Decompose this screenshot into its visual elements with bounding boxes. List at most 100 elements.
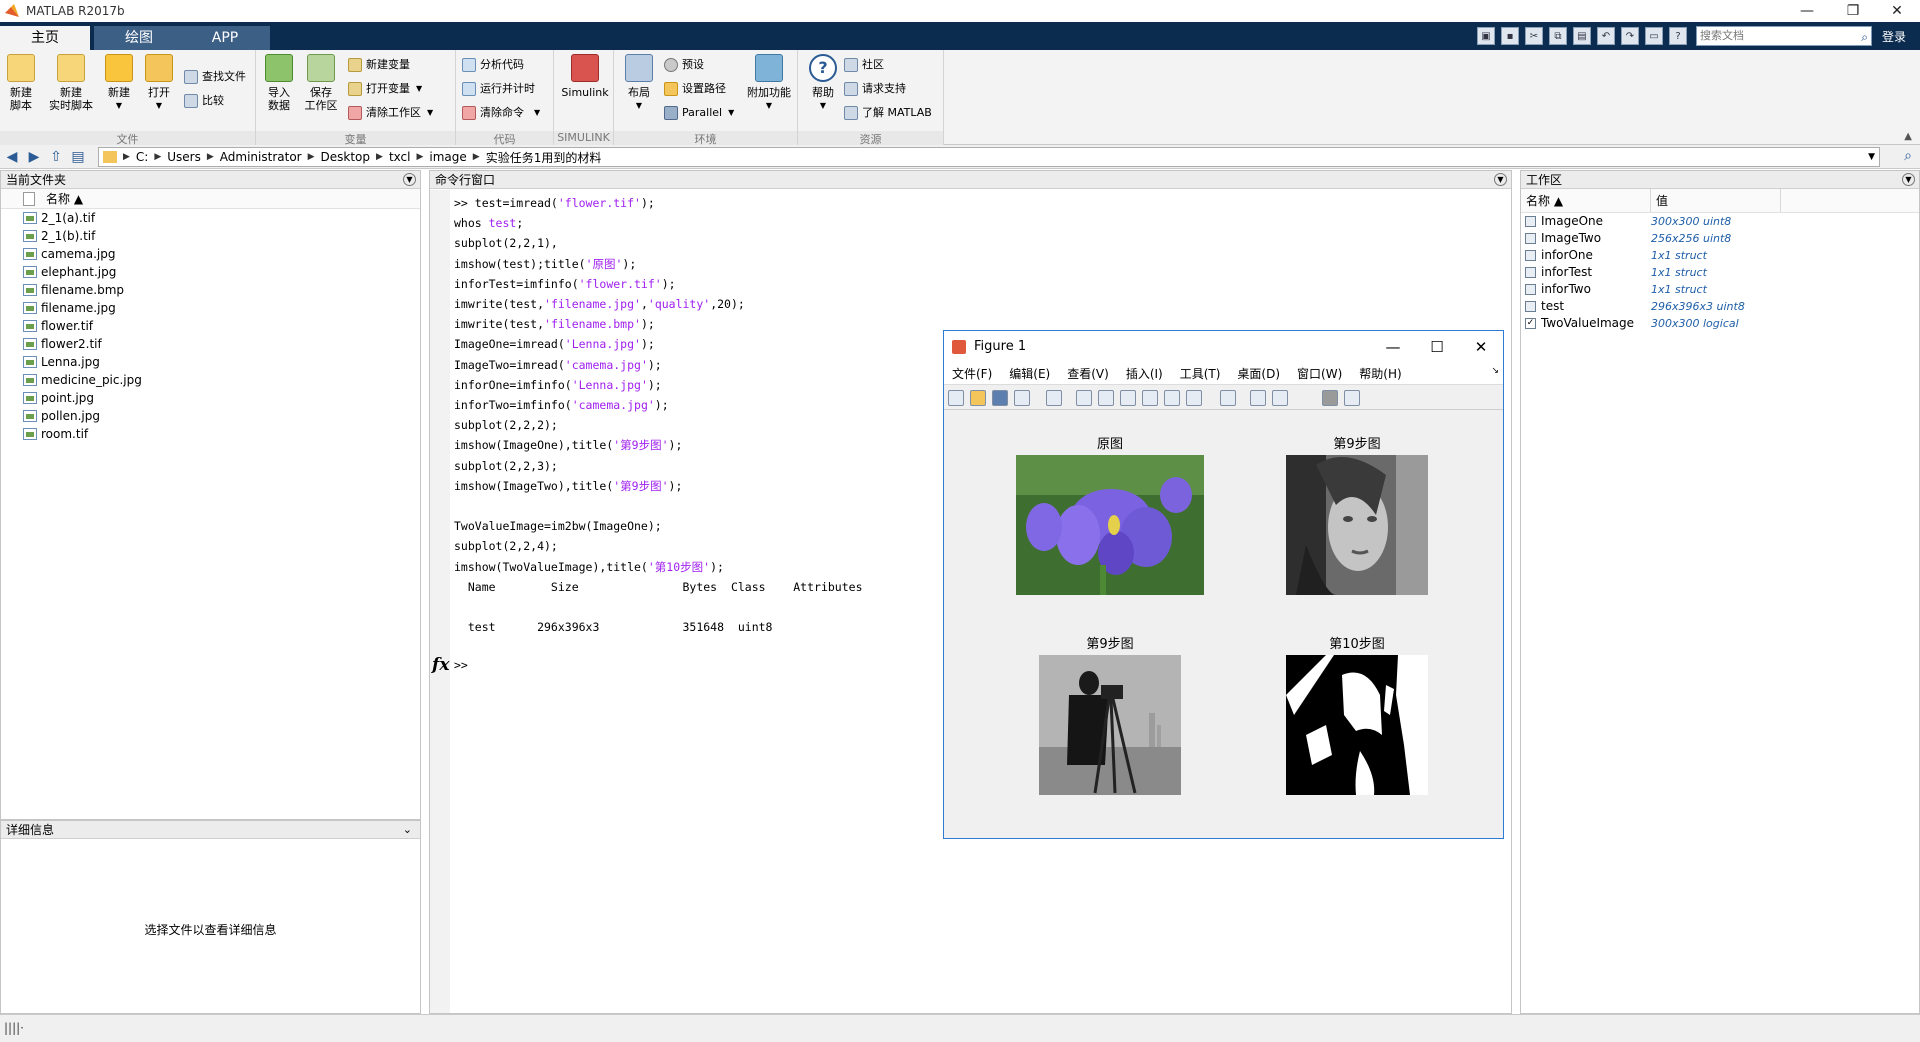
menu-insert[interactable]: 插入(I) (1126, 365, 1163, 382)
import-data-button[interactable]: 导入 数据 (258, 54, 300, 112)
table-row[interactable]: inforTwo 1x1 struct (1521, 281, 1919, 298)
menu-window[interactable]: 窗口(W) (1297, 365, 1342, 382)
table-row[interactable]: ImageOne 300x300 uint8 (1521, 213, 1919, 230)
redo-icon[interactable]: ↷ (1620, 27, 1639, 45)
print-icon[interactable] (1014, 390, 1030, 406)
panel-menu-icon[interactable]: ▼ (1494, 173, 1507, 186)
find-files-button[interactable]: 查找文件 (184, 68, 246, 86)
search-icon[interactable]: ⌕ (1861, 28, 1868, 46)
parallel-button[interactable]: Parallel ▼ (664, 104, 734, 122)
up-folder-icon[interactable]: ⇧ (46, 148, 66, 166)
rotate-3d-icon[interactable] (1142, 390, 1158, 406)
current-folder-path[interactable]: ▶ C: ▶ Users ▶ Administrator ▶ Desktop ▶ txcl… (98, 147, 1880, 167)
menu-tools[interactable]: 工具(T) (1180, 365, 1221, 382)
copy-icon[interactable]: ⧉ (1548, 27, 1567, 45)
pan-icon[interactable] (1120, 390, 1136, 406)
zoom-in-icon[interactable] (1076, 390, 1092, 406)
restore-button[interactable]: ❐ (1830, 0, 1876, 22)
list-item[interactable]: filename.jpg (1, 299, 420, 317)
chevron-down-icon[interactable]: ⌄ (403, 821, 412, 839)
search-folder-icon[interactable]: ⌕ (1904, 148, 1912, 164)
figure-title-bar[interactable]: Figure 1 — ☐ ✕ (944, 331, 1503, 362)
undo-icon[interactable]: ↶ (1596, 27, 1615, 45)
list-item[interactable]: pollen.jpg (1, 407, 420, 425)
workspace-value-column[interactable]: 值 (1651, 189, 1781, 212)
figure-close-button[interactable]: ✕ (1459, 331, 1503, 362)
path-crumb[interactable]: Users (167, 150, 201, 164)
save-workspace-button[interactable]: 保存 工作区 (300, 54, 342, 112)
tab-home[interactable]: 主页 (0, 26, 90, 50)
figure-maximize-button[interactable]: ☐ (1415, 331, 1459, 362)
panel-menu-icon[interactable]: ▼ (1902, 173, 1915, 186)
add-ons-button[interactable]: 附加功能 ▼ (744, 54, 794, 112)
menu-file[interactable]: 文件(F) (952, 365, 992, 382)
search-documentation-input[interactable]: 搜索文档 ⌕ (1695, 26, 1872, 46)
figure-minimize-button[interactable]: — (1371, 331, 1415, 362)
list-item[interactable]: camema.jpg (1, 245, 420, 263)
list-item[interactable]: medicine_pic.jpg (1, 371, 420, 389)
name-column-header[interactable]: 名称 ▲ (1, 189, 420, 209)
help-button[interactable]: ? 帮助 ▼ (802, 54, 844, 112)
open-file-icon[interactable] (970, 390, 986, 406)
show-plot-tools-icon[interactable] (1344, 390, 1360, 406)
list-item[interactable]: filename.bmp (1, 281, 420, 299)
table-row[interactable]: inforOne 1x1 struct (1521, 247, 1919, 264)
browse-folder-icon[interactable]: ▤ (68, 148, 88, 166)
paste-icon[interactable]: ▤ (1572, 27, 1591, 45)
path-crumb[interactable]: Administrator (220, 150, 302, 164)
table-row[interactable]: ✓ TwoValueImage 300x300 logical (1521, 315, 1919, 332)
tab-apps[interactable]: APP (180, 26, 270, 50)
list-item[interactable]: flower2.tif (1, 335, 420, 353)
cut-icon[interactable]: ✂ (1524, 27, 1543, 45)
menu-desktop[interactable]: 桌面(D) (1237, 365, 1280, 382)
compare-button[interactable]: 比较 (184, 92, 224, 110)
list-item[interactable]: Lenna.jpg (1, 353, 420, 371)
community-button[interactable]: 社区 (844, 56, 884, 74)
layout-button[interactable]: 布局 ▼ (618, 54, 660, 112)
list-item[interactable]: 2_1(a).tif (1, 209, 420, 227)
dock-arrow-icon[interactable]: ↘ (1491, 366, 1499, 376)
minimize-button[interactable]: — (1784, 0, 1830, 22)
menu-view[interactable]: 查看(V) (1067, 365, 1109, 382)
new-script-button[interactable]: 新建 脚本 (0, 54, 42, 112)
login-link[interactable]: 登录 (1882, 28, 1906, 45)
new-button[interactable]: 新建 ▼ (98, 54, 140, 112)
tab-plots[interactable]: 绘图 (94, 26, 184, 50)
edit-plot-icon[interactable] (1046, 390, 1062, 406)
preferences-button[interactable]: 预设 (664, 56, 704, 74)
figure-window[interactable]: Figure 1 — ☐ ✕ 文件(F) 编辑(E) 查看(V) 插入(I) 工… (943, 330, 1504, 839)
simulink-button[interactable]: Simulink (560, 54, 610, 99)
forward-icon[interactable]: ▶ (24, 148, 44, 166)
request-support-button[interactable]: 请求支持 (844, 80, 906, 98)
table-row[interactable]: ImageTwo 256x256 uint8 (1521, 230, 1919, 247)
back-icon[interactable]: ◀ (2, 148, 22, 166)
open-variable-button[interactable]: 打开变量 ▼ (348, 80, 422, 98)
function-browser-icon[interactable]: fx (432, 655, 449, 675)
clear-commands-button[interactable]: 清除命令 ▼ (462, 104, 540, 122)
hide-plot-tools-icon[interactable] (1322, 390, 1338, 406)
clear-workspace-button[interactable]: 清除工作区 ▼ (348, 104, 433, 122)
menu-help[interactable]: 帮助(H) (1359, 365, 1401, 382)
find-icon[interactable]: ▣ (1476, 27, 1495, 45)
save-icon[interactable]: ▪ (1500, 27, 1519, 45)
path-crumb[interactable]: 实验任务1用到的材料 (486, 149, 602, 166)
path-crumb[interactable]: txcl (389, 150, 411, 164)
panel-menu-icon[interactable]: ▼ (403, 173, 416, 186)
path-dropdown-icon[interactable]: ▼ (1868, 152, 1875, 162)
open-button[interactable]: 打开 ▼ (138, 54, 180, 112)
new-live-script-button[interactable]: 新建 实时脚本 (46, 54, 96, 112)
table-row[interactable]: test 296x396x3 uint8 (1521, 298, 1919, 315)
table-row[interactable]: inforTest 1x1 struct (1521, 264, 1919, 281)
list-item[interactable]: room.tif (1, 425, 420, 443)
save-figure-icon[interactable] (992, 390, 1008, 406)
menu-edit[interactable]: 编辑(E) (1009, 365, 1050, 382)
help-icon[interactable]: ? (1668, 27, 1687, 45)
zoom-out-icon[interactable] (1098, 390, 1114, 406)
data-cursor-icon[interactable] (1164, 390, 1180, 406)
list-item[interactable]: elephant.jpg (1, 263, 420, 281)
list-item[interactable]: 2_1(b).tif (1, 227, 420, 245)
details-header[interactable]: 详细信息 ⌄ (1, 821, 420, 839)
learn-matlab-button[interactable]: 了解 MATLAB (844, 104, 932, 122)
new-variable-button[interactable]: 新建变量 (348, 56, 410, 74)
collapse-ribbon-icon[interactable]: ▲ (1904, 131, 1912, 142)
